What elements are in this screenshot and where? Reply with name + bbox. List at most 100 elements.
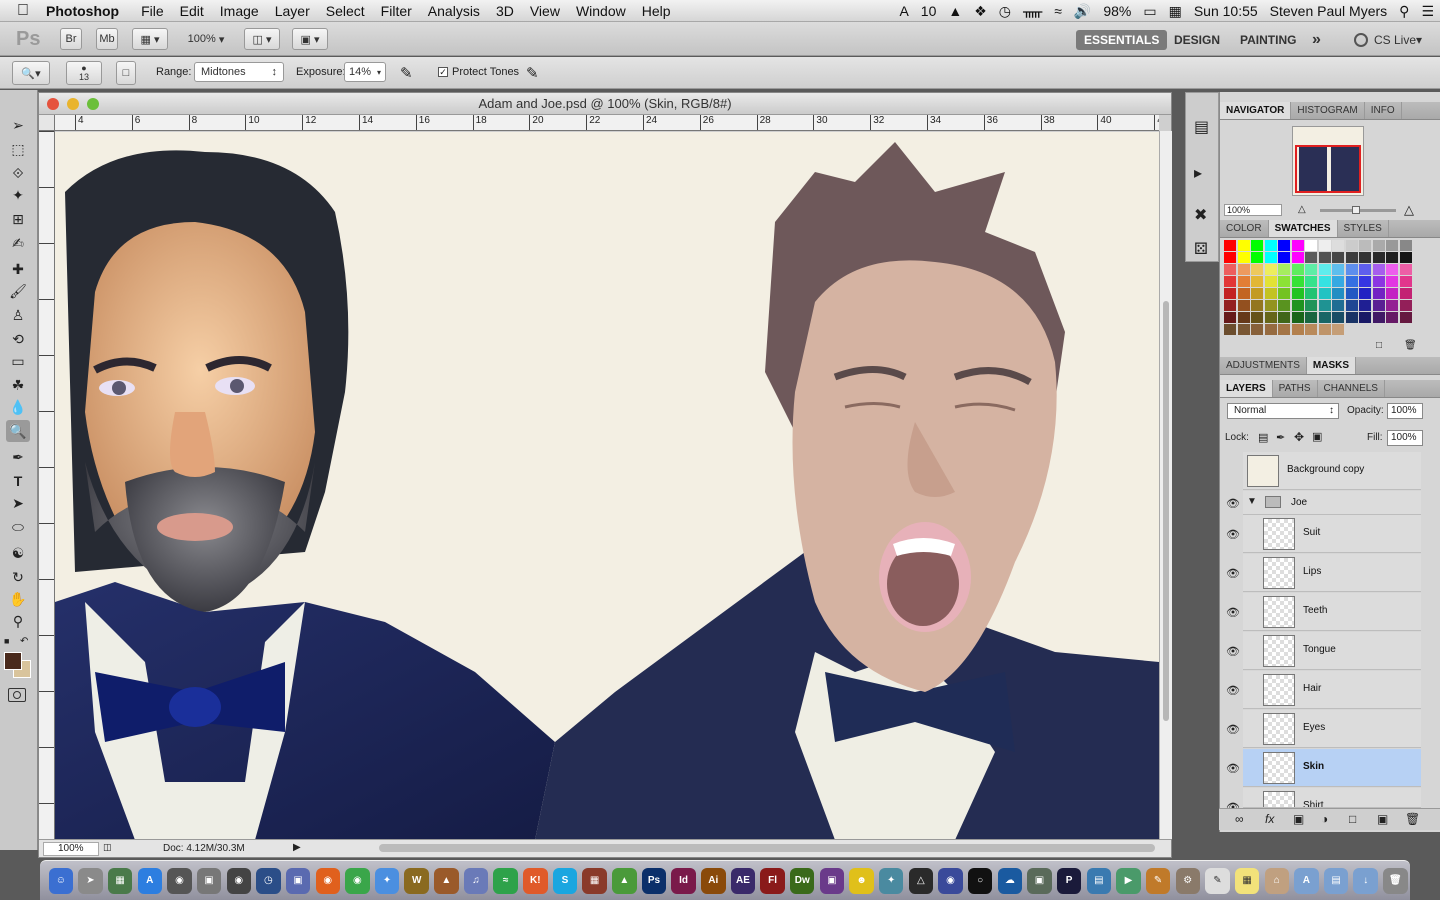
menu-image[interactable]: Image [220, 3, 259, 19]
swatch[interactable] [1305, 300, 1317, 311]
navigator-view-box[interactable] [1295, 145, 1361, 193]
swatch[interactable] [1237, 312, 1250, 323]
layer-row[interactable]: Skin [1243, 749, 1421, 787]
swatch[interactable] [1224, 312, 1236, 323]
swatch[interactable] [1224, 240, 1236, 251]
swatch[interactable] [1372, 312, 1385, 323]
swatch[interactable] [1251, 240, 1263, 251]
swatch[interactable] [1399, 252, 1412, 263]
notification-list-icon[interactable]: ☰ [1421, 3, 1434, 20]
layer-row[interactable]: Suit [1243, 515, 1421, 553]
swatch[interactable] [1318, 300, 1331, 311]
swatch[interactable] [1345, 264, 1358, 275]
eye-icon[interactable]: 👁 [1224, 749, 1242, 787]
swatch[interactable] [1251, 288, 1263, 299]
tab-layers[interactable]: LAYERS [1220, 380, 1273, 397]
swatch[interactable] [1237, 324, 1250, 335]
tool-preset-picker[interactable]: 🔍▾ [12, 61, 50, 85]
new-group-icon[interactable]: □ [1349, 812, 1356, 826]
swatch[interactable] [1291, 276, 1304, 287]
swatch[interactable] [1318, 252, 1331, 263]
minimize-button[interactable] [67, 98, 79, 110]
creative-cloud-icon[interactable]: ▲ [948, 3, 962, 19]
swatch[interactable] [1359, 288, 1371, 299]
path-selection-tool-icon[interactable]: ➤ [6, 492, 30, 514]
fill-field[interactable]: 100% [1387, 430, 1423, 446]
cyberduck-icon[interactable]: ☻ [849, 867, 874, 894]
eye-icon[interactable]: 👁 [1224, 593, 1242, 631]
navigator-zoom-slider[interactable] [1320, 206, 1396, 214]
tab-info[interactable]: INFO [1365, 102, 1402, 119]
swatch[interactable] [1291, 240, 1304, 251]
swatch[interactable] [1224, 324, 1236, 335]
swatch[interactable] [1291, 312, 1304, 323]
swatch[interactable] [1237, 264, 1250, 275]
view-extras-button[interactable]: ▦ ▾ [132, 28, 168, 50]
layer-style-icon[interactable]: fx [1265, 812, 1274, 826]
layer-row[interactable]: Lips [1243, 554, 1421, 592]
swatch[interactable] [1224, 276, 1236, 287]
canvas[interactable] [55, 132, 1159, 840]
volume-icon[interactable]: 🔊 [1074, 3, 1091, 20]
swatch[interactable] [1278, 252, 1290, 263]
flash-icon[interactable]: Fl [760, 867, 785, 894]
swatch[interactable] [1251, 264, 1263, 275]
stickies-icon[interactable]: ▦ [1234, 867, 1260, 894]
spotlight-icon[interactable]: ⚲ [1399, 3, 1409, 20]
brush-panel-toggle[interactable]: □ [116, 61, 136, 85]
launchpad-icon[interactable]: ➤ [78, 867, 103, 894]
layer-mask-icon[interactable]: ▣ [1293, 812, 1304, 826]
p-app-icon[interactable]: P [1056, 867, 1082, 894]
disclosure-triangle-icon[interactable]: ▼ [1247, 496, 1257, 507]
menu-analysis[interactable]: Analysis [428, 3, 480, 19]
swatch[interactable] [1224, 264, 1236, 275]
safari-icon[interactable]: ✦ [374, 867, 400, 894]
swatch[interactable] [1264, 288, 1277, 299]
swatch[interactable] [1386, 264, 1398, 275]
swatch[interactable] [1386, 276, 1398, 287]
actions-panel-icon[interactable]: ▸ [1194, 163, 1202, 183]
swatch[interactable] [1291, 300, 1304, 311]
swatch[interactable] [1251, 324, 1263, 335]
quick-selection-tool-icon[interactable]: ✦ [6, 184, 30, 206]
indesign-icon[interactable]: Id [671, 867, 696, 894]
cs-live-button[interactable]: CS Live ▾ [1346, 30, 1430, 50]
swatch[interactable] [1305, 264, 1317, 275]
live-icon[interactable]: ○ [967, 867, 993, 894]
swatch[interactable] [1372, 276, 1385, 287]
3d-rotate-tool-icon[interactable]: ☯ [6, 542, 30, 564]
workspace-design[interactable]: DESIGN [1166, 30, 1228, 50]
lasso-tool-icon[interactable]: ⟐ [6, 162, 30, 184]
swatch[interactable] [1345, 240, 1358, 251]
swatch[interactable] [1399, 288, 1412, 299]
swatch[interactable] [1386, 252, 1398, 263]
swatch[interactable] [1305, 288, 1317, 299]
new-swatch-icon[interactable]: □ [1376, 340, 1382, 351]
screen-mode-button[interactable]: ▣ ▾ [292, 28, 328, 50]
swatch[interactable] [1345, 324, 1358, 335]
swatch[interactable] [1251, 276, 1263, 287]
protect-tones-checkbox[interactable]: ✓ [438, 67, 448, 77]
folder-apps-icon[interactable]: ▤ [1086, 867, 1112, 894]
menu-help[interactable]: Help [642, 3, 671, 19]
vertical-ruler[interactable] [39, 131, 55, 839]
eye-icon[interactable]: 👁 [1224, 491, 1242, 515]
swatch[interactable] [1278, 264, 1290, 275]
swatch[interactable] [1318, 324, 1331, 335]
visibility-toggle-empty[interactable] [1224, 452, 1242, 490]
swatch[interactable] [1291, 324, 1304, 335]
foreground-color-swatch[interactable] [4, 652, 22, 670]
sponge-tool-icon[interactable]: 🔍 [6, 420, 30, 442]
horizontal-scrollbar[interactable] [379, 844, 1155, 852]
swatch[interactable] [1386, 312, 1398, 323]
swatch[interactable] [1332, 288, 1344, 299]
workspace-painting[interactable]: PAINTING [1232, 30, 1304, 50]
time-machine-icon[interactable]: ◷ [256, 867, 281, 894]
zoom-in-icon[interactable]: △ [1404, 202, 1414, 218]
tool-presets-icon[interactable]: ✖ [1194, 205, 1207, 225]
range-select[interactable]: Midtones ↕ [194, 62, 284, 82]
tab-swatches[interactable]: SWATCHES [1268, 220, 1338, 237]
finder-icon[interactable]: ☺ [48, 867, 74, 894]
tab-channels[interactable]: CHANNELS [1318, 380, 1385, 397]
apple-menu-icon[interactable]:  [0, 2, 46, 20]
